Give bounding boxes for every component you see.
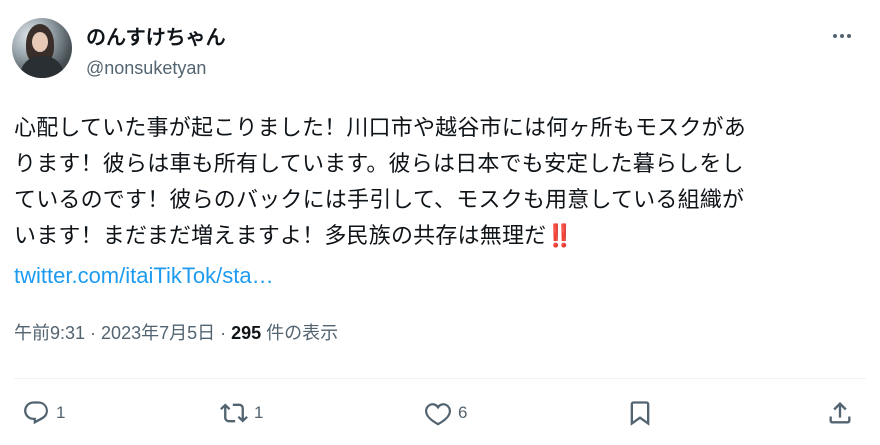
retweet-button[interactable]: 1 bbox=[220, 396, 263, 430]
like-count: 6 bbox=[458, 403, 468, 422]
views-count[interactable]: 295 bbox=[231, 323, 261, 343]
reply-button[interactable]: 1 bbox=[22, 396, 65, 430]
avatar[interactable] bbox=[12, 18, 72, 78]
more-options-button[interactable] bbox=[826, 24, 858, 48]
retweet-count: 1 bbox=[254, 403, 264, 422]
double-exclamation-emoji: ‼️ bbox=[546, 223, 574, 248]
views-label[interactable]: 件の表示 bbox=[261, 323, 338, 343]
user-handle[interactable]: @nonsuketyan bbox=[86, 57, 206, 79]
tweet-line-3: ているのです！彼らのバックには手引して、モスクも用意している組織が bbox=[14, 187, 745, 212]
meta-separator: · bbox=[215, 323, 232, 343]
tweet-line-1: 心配していた事が起こりました！川口市や越谷市には何ヶ所もモスクがあ bbox=[14, 115, 746, 140]
share-icon bbox=[829, 402, 851, 424]
tweet-time[interactable]: 午前9:31 bbox=[14, 323, 85, 343]
avatar-face bbox=[32, 32, 48, 52]
display-name[interactable]: のんすけちゃん bbox=[86, 26, 226, 50]
tweet-text: 心配していた事が起こりました！川口市や越谷市には何ヶ所もモスクがあ ります！彼ら… bbox=[14, 110, 870, 254]
reply-count: 1 bbox=[56, 403, 66, 422]
avatar-body bbox=[20, 56, 64, 78]
reply-icon bbox=[24, 401, 48, 425]
heart-icon bbox=[425, 403, 451, 426]
meta-separator: · bbox=[85, 323, 102, 343]
retweet-icon bbox=[220, 403, 248, 423]
tweet-line-4: います！まだまだ増えますよ！多民族の共存は無理だ bbox=[14, 223, 547, 248]
tweet-meta: 午前9:31 · 2023年7月5日 · 295 件の表示 bbox=[14, 320, 338, 346]
bookmark-button[interactable] bbox=[626, 396, 654, 430]
tweet-line-2: ります！彼らは車も所有しています。彼らは日本でも安定した暮らしをし bbox=[14, 151, 744, 176]
divider bbox=[14, 378, 866, 379]
tweet-date[interactable]: 2023年7月5日 bbox=[101, 323, 215, 343]
tweet-link[interactable]: twitter.com/itaiTikTok/sta… bbox=[14, 260, 274, 292]
bookmark-icon bbox=[630, 401, 650, 426]
more-horizontal-icon bbox=[833, 34, 837, 38]
like-button[interactable]: 6 bbox=[424, 396, 467, 430]
share-button[interactable] bbox=[826, 396, 854, 430]
